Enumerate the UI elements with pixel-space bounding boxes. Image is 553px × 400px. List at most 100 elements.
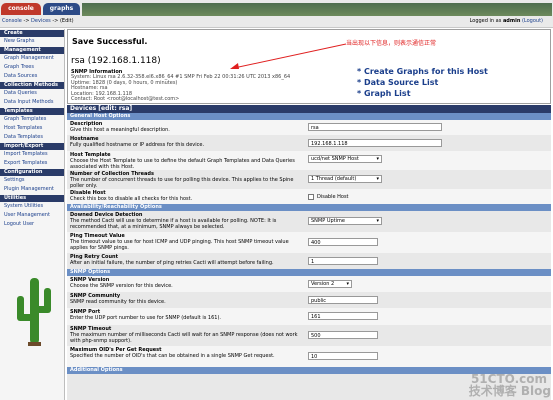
row-host-template: Host Template Choose the Host Template to…	[67, 151, 551, 170]
field-desc: The maximum number of milliseconds Cacti…	[70, 332, 298, 344]
section-snmp-options: SNMP Options	[67, 269, 551, 276]
ping-retry-input[interactable]: 1	[308, 257, 378, 265]
sidebar-item-data-sources[interactable]: Data Sources	[0, 72, 64, 81]
section-availability-options: Availability/Reachability Options	[67, 204, 551, 211]
breadcrumb-current: (Edit)	[59, 18, 74, 24]
field-desc: The method Cacti will use to determine i…	[70, 218, 277, 230]
data-source-list-link[interactable]: * Data Source List	[357, 77, 488, 88]
field-desc: The number of concurrent threads to use …	[70, 177, 294, 189]
login-info: Logged in as admin (Logout)	[470, 18, 543, 24]
breadcrumb-separator: ->	[21, 18, 32, 24]
sidebar-header: Templates	[0, 108, 64, 115]
snmp-community-input[interactable]: public	[308, 296, 378, 304]
host-template-select[interactable]: ucd/net SNMP Host ▾	[308, 155, 382, 163]
row-description: Description Give this host a meaningful d…	[67, 120, 551, 135]
quick-links: * Create Graphs for this Host * Data Sou…	[357, 66, 488, 99]
row-max-oids: Maximum OID's Per Get Request Specified t…	[67, 346, 551, 367]
sidebar-item-plugin-management[interactable]: Plugin Management	[0, 185, 64, 194]
cactus-logo	[17, 278, 51, 346]
description-input[interactable]: rsa	[308, 123, 442, 131]
annotation-note: 当出现以下信息，则表示通信正常	[346, 40, 437, 47]
row-disable-host: Disable Host Check this box to disable al…	[67, 189, 551, 204]
logout-link[interactable]: (Logout)	[522, 18, 543, 24]
section-general-host-options: General Host Options	[67, 113, 551, 120]
breadcrumb-console[interactable]: Console	[2, 18, 22, 24]
downed-detection-select[interactable]: SNMP Uptime ▾	[308, 217, 382, 225]
row-downed-detection: Downed Device Detection The method Cacti …	[67, 211, 551, 232]
chevron-down-icon: ▾	[346, 281, 349, 287]
sidebar-item-export-templates[interactable]: Export Templates	[0, 159, 64, 168]
watermark-blog: 技术博客 Blog	[468, 384, 551, 398]
sidebar-header: Utilities	[0, 195, 64, 202]
field-desc: Choose the Host Template to use to defin…	[70, 158, 295, 170]
collection-threads-select[interactable]: 1 Thread (default) ▾	[308, 175, 382, 183]
row-snmp-port: SNMP Port Enter the UDP port number to us…	[67, 308, 551, 325]
login-prefix: Logged in as	[469, 18, 502, 24]
row-snmp-timeout: SNMP Timeout The maximum number of millis…	[67, 325, 551, 346]
disable-host-checkbox[interactable]	[308, 194, 314, 200]
breadcrumb-devices[interactable]: Devices	[31, 18, 51, 24]
bullet-star-icon: *	[357, 67, 364, 76]
field-desc: Specified the number of OID's that can b…	[70, 353, 275, 359]
sidebar-header: Import/Export	[0, 143, 64, 150]
bullet-star-icon: *	[357, 78, 364, 87]
save-result-panel: Save Successful. rsa (192.168.1.118) SNM…	[67, 29, 551, 104]
field-desc: The timeout value to use for host ICMP a…	[70, 239, 289, 251]
annotation-arrow-icon	[230, 43, 347, 69]
sidebar-item-system-utilities[interactable]: System Utilities	[0, 202, 64, 211]
sidebar-header: Management	[0, 47, 64, 54]
sidebar-item-settings[interactable]: Settings	[0, 176, 64, 185]
top-tab-bar: console graphs	[0, 0, 553, 17]
sidebar-item-import-templates[interactable]: Import Templates	[0, 150, 64, 159]
form-header: Devices [edit: rsa]	[67, 105, 551, 113]
login-user: admin	[502, 18, 521, 24]
graph-list-link[interactable]: * Graph List	[357, 88, 488, 99]
row-snmp-version: SNMP Version Choose the SNMP version for …	[67, 276, 551, 292]
snmp-port-input[interactable]: 161	[308, 312, 378, 320]
tab-console[interactable]: console	[1, 3, 41, 15]
snmp-version-select[interactable]: Version 2 ▾	[308, 280, 352, 288]
breadcrumb: Console -> Devices -> (Edit)	[2, 18, 74, 24]
hostname-input[interactable]: 192.168.1.118	[308, 139, 442, 147]
disable-host-checkbox-label: Disable Host	[317, 194, 349, 200]
row-collection-threads: Number of Collection Threads The number o…	[67, 170, 551, 189]
field-desc: SNMP read community for this device.	[70, 299, 166, 305]
row-ping-timeout: Ping Timeout Value The timeout value to u…	[67, 232, 551, 253]
sidebar-item-graph-management[interactable]: Graph Management	[0, 54, 64, 63]
chevron-down-icon: ▾	[376, 218, 379, 224]
field-desc: Fully qualified hostname or IP address f…	[70, 142, 205, 148]
tab-graphs[interactable]: graphs	[43, 3, 80, 15]
ping-timeout-input[interactable]: 400	[308, 238, 378, 246]
sidebar-item-logout-user[interactable]: Logout User	[0, 220, 64, 229]
field-desc: Give this host a meaningful description.	[70, 127, 170, 133]
field-desc: Check this box to disable all checks for…	[70, 196, 193, 202]
sidebar-item-graph-trees[interactable]: Graph Trees	[0, 63, 64, 72]
sidebar-item-graph-templates[interactable]: Graph Templates	[0, 115, 64, 124]
snmp-timeout-input[interactable]: 500	[308, 331, 378, 339]
field-desc: Enter the UDP port number to use for SNM…	[70, 315, 222, 321]
bullet-star-icon: *	[357, 89, 364, 98]
save-success-message: Save Successful.	[72, 37, 148, 46]
breadcrumb-separator: ->	[50, 18, 60, 24]
sidebar-item-host-templates[interactable]: Host Templates	[0, 124, 64, 133]
snmp-information: SNMP Information System: Linux rsa 2.6.3…	[71, 69, 290, 103]
field-desc: Choose the SNMP version for this device.	[70, 283, 173, 289]
host-title: rsa (192.168.1.118)	[71, 56, 161, 66]
sidebar-item-data-queries[interactable]: Data Queries	[0, 89, 64, 98]
main-content: Save Successful. rsa (192.168.1.118) SNM…	[67, 29, 551, 400]
header-banner	[82, 3, 552, 16]
row-snmp-community: SNMP Community SNMP read community for th…	[67, 292, 551, 308]
breadcrumb-bar: Console -> Devices -> (Edit) Logged in a…	[0, 17, 553, 28]
sidebar-header: Configuration	[0, 169, 64, 176]
sidebar-header: Collection Methods	[0, 82, 64, 89]
sidebar-item-user-management[interactable]: User Management	[0, 211, 64, 220]
snmp-info-line: Contact: Root <root@localhost@test.com>	[71, 96, 180, 102]
sidebar-item-data-input-methods[interactable]: Data Input Methods	[0, 98, 64, 107]
sidebar-header: Create	[0, 30, 64, 37]
create-graphs-link[interactable]: * Create Graphs for this Host	[357, 66, 488, 77]
row-ping-retry: Ping Retry Count After an initial failure…	[67, 253, 551, 269]
sidebar-item-data-templates[interactable]: Data Templates	[0, 133, 64, 142]
sidebar-item-new-graphs[interactable]: New Graphs	[0, 37, 64, 46]
max-oids-input[interactable]: 10	[308, 352, 378, 360]
chevron-down-icon: ▾	[376, 176, 379, 182]
